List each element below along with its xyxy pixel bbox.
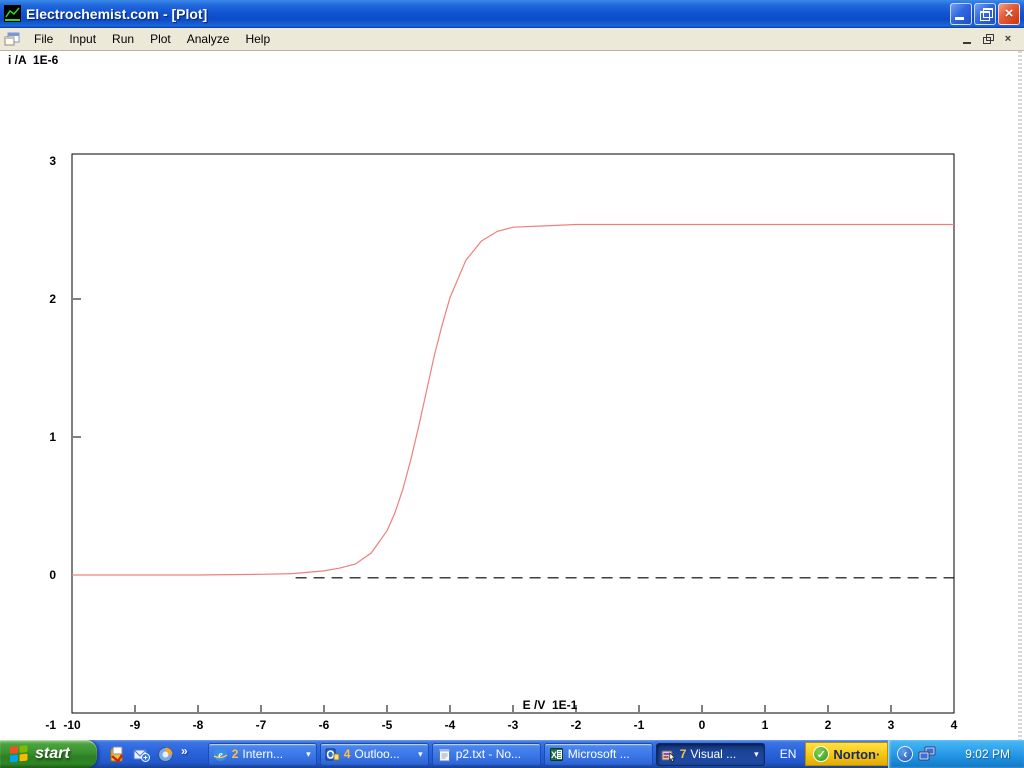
taskbar-button-label: Outloo... [354,747,414,761]
taskbar-button-internet-explorer[interactable]: e2Intern... ▾ [208,743,317,766]
clock: 9:02 PM [965,747,1018,761]
quick-launch-bar: » [97,744,198,764]
mdi-child-window-icon[interactable] [4,32,20,46]
taskbar: start [0,740,1024,768]
menu-item-help[interactable]: Help [237,30,278,48]
menu-item-file[interactable]: File [26,30,61,48]
start-button[interactable]: start [0,740,97,768]
window-group-count: 4 [344,747,351,761]
plot-client-area: i /A 1E-6 -10-9-8-7-6-5-4-3-2-101234-101… [0,51,1024,740]
norton-label: Norton· [833,747,880,762]
group-dropdown-arrow-icon[interactable]: ▾ [418,749,424,760]
minimize-icon [955,17,964,20]
tray-collapse-chevron-icon[interactable]: ‹ [897,746,913,762]
mdi-restore-button[interactable] [980,32,996,46]
mdi-close-icon: × [1005,33,1011,45]
x-axis-title: E /V 1E-1 [505,698,595,712]
language-indicator[interactable]: EN [771,747,806,761]
taskbar-button-label: p2.txt - No... [456,747,536,761]
series-sigmoidal-voltammogram [72,224,954,575]
taskbar-button-notepad[interactable]: p2.txt - No... [432,743,541,766]
mdi-minimize-icon [963,42,971,44]
taskbar-button-label: Visual ... [690,747,750,761]
svg-text:X: X [551,750,557,760]
norton-tray-badge[interactable]: ✓ Norton· [805,742,888,766]
system-tray: ‹ 9:02 PM [888,740,1024,768]
taskbar-button-excel[interactable]: X Microsoft ... [544,743,653,766]
mdi-minimize-button[interactable] [960,32,976,46]
x-tick-label: 4 [951,718,958,732]
quick-launch-outlook-express-icon[interactable] [133,746,150,763]
minimize-button[interactable] [950,3,972,25]
menu-item-plot[interactable]: Plot [142,30,179,48]
window-right-edge [1018,51,1022,740]
x-tick-label: -2 [571,718,582,732]
x-tick-label: -1 [634,718,645,732]
x-tick-label: -9 [130,718,141,732]
quick-launch-mail-icon[interactable] [109,746,126,763]
x-tick-label: -6 [319,718,330,732]
menu-bar: FileInputRunPlotAnalyzeHelp × [0,28,1024,51]
window-group-count: 7 [680,747,687,761]
x-tick-label: -10 [63,718,81,732]
x-tick-label: -8 [193,718,204,732]
close-icon: × [1005,6,1014,21]
voltammogram-chart: -10-9-8-7-6-5-4-3-2-101234-10123 [0,51,1014,741]
menu-items: FileInputRunPlotAnalyzeHelp [26,30,960,48]
taskbar-buttons: e2Intern... ▾ 4Outloo... ▾ p2.txt - No... X Mi… [208,743,765,766]
title-bar: Electrochemist.com - [Plot] × [0,0,1024,28]
taskbar-button-label: Intern... [242,747,302,761]
start-label: start [35,745,70,763]
taskbar-button-label: Microsoft ... [568,747,648,761]
internet-explorer-icon: e [213,747,228,762]
network-status-icon[interactable] [918,746,936,762]
x-tick-label: -3 [508,718,519,732]
x-tick-label: -5 [382,718,393,732]
mdi-window-controls: × [960,32,1016,46]
window-title: Electrochemist.com - [Plot] [26,6,950,22]
menu-item-run[interactable]: Run [104,30,142,48]
notepad-icon [437,747,452,762]
x-tick-label: -4 [445,718,456,732]
windows-logo-icon [9,745,29,763]
x-tick-label: -7 [256,718,267,732]
group-dropdown-arrow-icon[interactable]: ▾ [754,749,760,760]
y-tick-label: 0 [49,568,56,582]
restore-button[interactable] [974,3,996,25]
y-tick-label: -1 [45,718,56,732]
x-tick-label: 3 [888,718,895,732]
taskbar-button-outlook[interactable]: 4Outloo... ▾ [320,743,429,766]
close-button[interactable]: × [998,3,1020,25]
plot-frame [72,154,954,713]
x-tick-label: 2 [825,718,832,732]
y-tick-label: 1 [49,430,56,444]
menu-item-input[interactable]: Input [61,30,104,48]
y-tick-label: 2 [49,292,56,306]
window-controls: × [950,3,1020,25]
menu-item-analyze[interactable]: Analyze [179,30,238,48]
visual-studio-icon [661,747,676,762]
x-tick-label: 1 [762,718,769,732]
taskbar-button-visual-studio[interactable]: 7Visual ... ▾ [656,743,765,766]
y-tick-label: 3 [49,154,56,168]
quick-launch-overflow-chevron[interactable]: » [181,744,190,764]
window-group-count: 2 [232,747,239,761]
excel-icon: X [549,747,564,762]
quick-launch-media-player-icon[interactable] [157,746,174,763]
svg-text:e: e [218,750,223,761]
app-plot-icon [4,5,21,22]
norton-check-icon: ✓ [813,746,829,762]
mdi-close-button[interactable]: × [1000,32,1016,46]
outlook-icon [325,747,340,762]
app-window: Electrochemist.com - [Plot] × FileInputR… [0,0,1024,768]
x-tick-label: 0 [699,718,706,732]
group-dropdown-arrow-icon[interactable]: ▾ [306,749,312,760]
